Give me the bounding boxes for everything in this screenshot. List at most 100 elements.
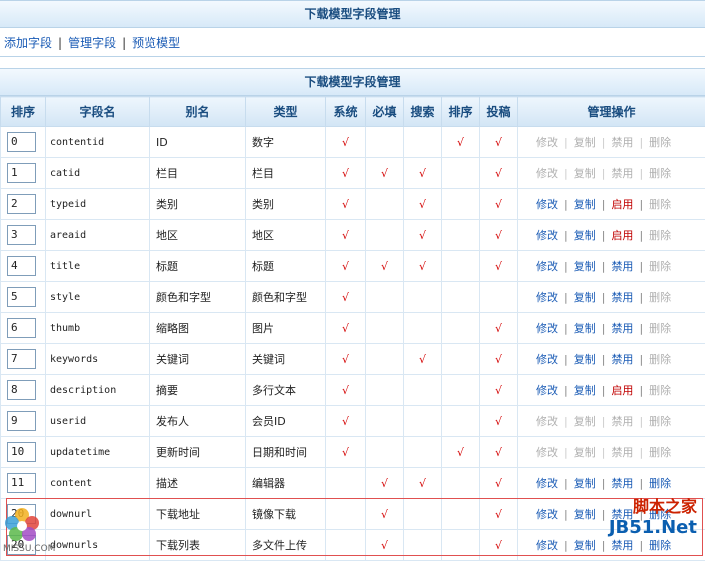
preview-model-link[interactable]: 预览模型: [132, 36, 180, 50]
order-input[interactable]: 11: [7, 473, 36, 493]
sys-check-cell: √: [326, 437, 366, 468]
order-input[interactable]: 5: [7, 287, 36, 307]
edit-link[interactable]: 修改: [536, 539, 558, 552]
action-links-bar: 添加字段|管理字段|预览模型: [0, 30, 705, 57]
check-mark-icon: √: [342, 291, 349, 304]
order-cell: 2: [1, 189, 46, 220]
order-input[interactable]: 8: [7, 380, 36, 400]
type-cell: 地区: [246, 220, 326, 251]
search-check-cell: √: [404, 251, 442, 282]
edit-link[interactable]: 修改: [536, 353, 558, 366]
copy-link[interactable]: 复制: [574, 322, 596, 335]
search-check-cell: [404, 313, 442, 344]
copy-link[interactable]: 复制: [574, 291, 596, 304]
req-check-cell: [366, 344, 404, 375]
check-mark-icon: √: [381, 539, 388, 552]
edit-link[interactable]: 修改: [536, 508, 558, 521]
sort-check-cell: [442, 344, 480, 375]
op-separator: |: [639, 229, 643, 242]
delete-link[interactable]: 删除: [649, 539, 671, 552]
edit-link[interactable]: 修改: [536, 260, 558, 273]
copy-link[interactable]: 复制: [574, 229, 596, 242]
alias-cell: 描述: [150, 468, 246, 499]
manage-fields-link[interactable]: 管理字段: [68, 36, 116, 50]
toggle-link[interactable]: 禁用: [611, 260, 633, 273]
order-input[interactable]: 7: [7, 349, 36, 369]
copy-link[interactable]: 复制: [574, 260, 596, 273]
order-cell: 6: [1, 313, 46, 344]
order-input[interactable]: 4: [7, 256, 36, 276]
order-input[interactable]: 1: [7, 163, 36, 183]
field-name-cell: keywords: [46, 344, 150, 375]
copy-link[interactable]: 复制: [574, 198, 596, 211]
sort-check-cell: √: [442, 127, 480, 158]
op-separator: |: [639, 353, 643, 366]
order-input[interactable]: 3: [7, 225, 36, 245]
op-separator: |: [639, 415, 643, 428]
edit-link: 修改: [536, 167, 558, 180]
edit-link[interactable]: 修改: [536, 322, 558, 335]
col-operations: 管理操作: [518, 97, 705, 127]
toggle-link[interactable]: 禁用: [611, 353, 633, 366]
alias-cell: ID: [150, 127, 246, 158]
type-cell: 关键词: [246, 344, 326, 375]
copy-link[interactable]: 复制: [574, 353, 596, 366]
order-input[interactable]: 0: [7, 132, 36, 152]
copy-link[interactable]: 复制: [574, 384, 596, 397]
post-check-cell: √: [480, 220, 518, 251]
op-separator: |: [564, 477, 568, 490]
post-check-cell: √: [480, 499, 518, 530]
op-separator: |: [602, 477, 606, 490]
table-row: 4title标题标题√√√√修改|复制|禁用|删除: [1, 251, 705, 282]
col-required: 必填: [366, 97, 404, 127]
check-mark-icon: √: [342, 353, 349, 366]
toggle-link[interactable]: 禁用: [611, 477, 633, 490]
col-post: 投稿: [480, 97, 518, 127]
table-row: 20downurl下载地址镜像下载√√修改|复制|禁用|删除: [1, 499, 705, 530]
check-mark-icon: √: [381, 260, 388, 273]
edit-link[interactable]: 修改: [536, 384, 558, 397]
copy-link[interactable]: 复制: [574, 477, 596, 490]
op-separator: |: [602, 322, 606, 335]
check-mark-icon: √: [495, 198, 502, 211]
post-check-cell: √: [480, 189, 518, 220]
order-input[interactable]: 6: [7, 318, 36, 338]
col-order: 排序: [1, 97, 46, 127]
delete-link: 删除: [649, 260, 671, 273]
op-separator: |: [564, 353, 568, 366]
operations-cell: 修改|复制|禁用|删除: [518, 406, 705, 437]
order-cell: 10: [1, 437, 46, 468]
alias-cell: 类别: [150, 189, 246, 220]
field-name-cell: areaid: [46, 220, 150, 251]
type-cell: 编辑器: [246, 468, 326, 499]
edit-link[interactable]: 修改: [536, 229, 558, 242]
copy-link: 复制: [574, 167, 596, 180]
req-check-cell: √: [366, 468, 404, 499]
check-mark-icon: √: [342, 136, 349, 149]
order-input[interactable]: 10: [7, 442, 36, 462]
toggle-link[interactable]: 启用: [611, 198, 633, 211]
op-separator: |: [564, 167, 568, 180]
delete-link: 删除: [649, 353, 671, 366]
op-separator: |: [639, 384, 643, 397]
order-input[interactable]: 9: [7, 411, 36, 431]
toggle-link[interactable]: 禁用: [611, 539, 633, 552]
sort-check-cell: [442, 220, 480, 251]
post-check-cell: √: [480, 530, 518, 561]
type-cell: 多行文本: [246, 375, 326, 406]
toggle-link[interactable]: 禁用: [611, 291, 633, 304]
copy-link[interactable]: 复制: [574, 508, 596, 521]
toggle-link[interactable]: 启用: [611, 229, 633, 242]
req-check-cell: √: [366, 158, 404, 189]
toggle-link[interactable]: 启用: [611, 384, 633, 397]
edit-link[interactable]: 修改: [536, 291, 558, 304]
add-field-link[interactable]: 添加字段: [4, 36, 52, 50]
order-input[interactable]: 2: [7, 194, 36, 214]
edit-link[interactable]: 修改: [536, 477, 558, 490]
copy-link[interactable]: 复制: [574, 539, 596, 552]
edit-link[interactable]: 修改: [536, 198, 558, 211]
op-separator: |: [564, 384, 568, 397]
toggle-link[interactable]: 禁用: [611, 322, 633, 335]
check-mark-icon: √: [457, 136, 464, 149]
delete-link[interactable]: 删除: [649, 477, 671, 490]
